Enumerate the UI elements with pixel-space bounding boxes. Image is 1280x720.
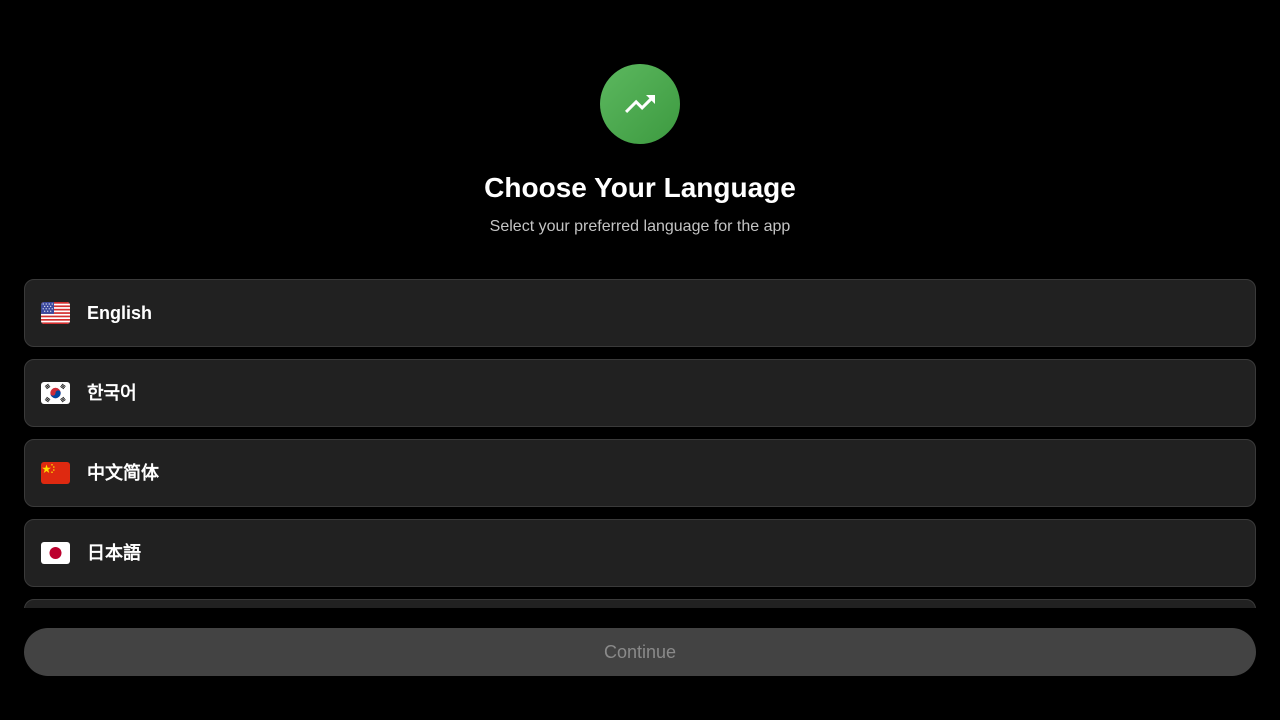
language-option-partial[interactable]	[24, 599, 1256, 608]
language-list[interactable]: English 한국어 中文简体 日本語	[24, 279, 1256, 608]
trending-up-icon	[625, 95, 655, 113]
language-label: 日本語	[87, 543, 141, 563]
language-label: 中文简体	[87, 463, 159, 483]
language-option-english[interactable]: English	[24, 279, 1256, 347]
language-option-korean[interactable]: 한국어	[24, 359, 1256, 427]
continue-button[interactable]: Continue	[24, 628, 1256, 676]
language-option-chinese-simplified[interactable]: 中文简体	[24, 439, 1256, 507]
jp-flag-icon	[41, 542, 70, 564]
language-label: English	[87, 303, 153, 323]
cn-flag-icon	[41, 462, 70, 484]
language-option-japanese[interactable]: 日本語	[24, 519, 1256, 587]
us-flag-icon	[41, 302, 70, 324]
language-select-screen: Choose Your Language Select your preferr…	[0, 0, 1280, 720]
language-label: 한국어	[87, 383, 137, 403]
app-logo	[600, 64, 680, 144]
page-subtitle: Select your preferred language for the a…	[489, 218, 791, 235]
page-title: Choose Your Language	[484, 172, 796, 203]
kr-flag-icon	[41, 382, 70, 404]
